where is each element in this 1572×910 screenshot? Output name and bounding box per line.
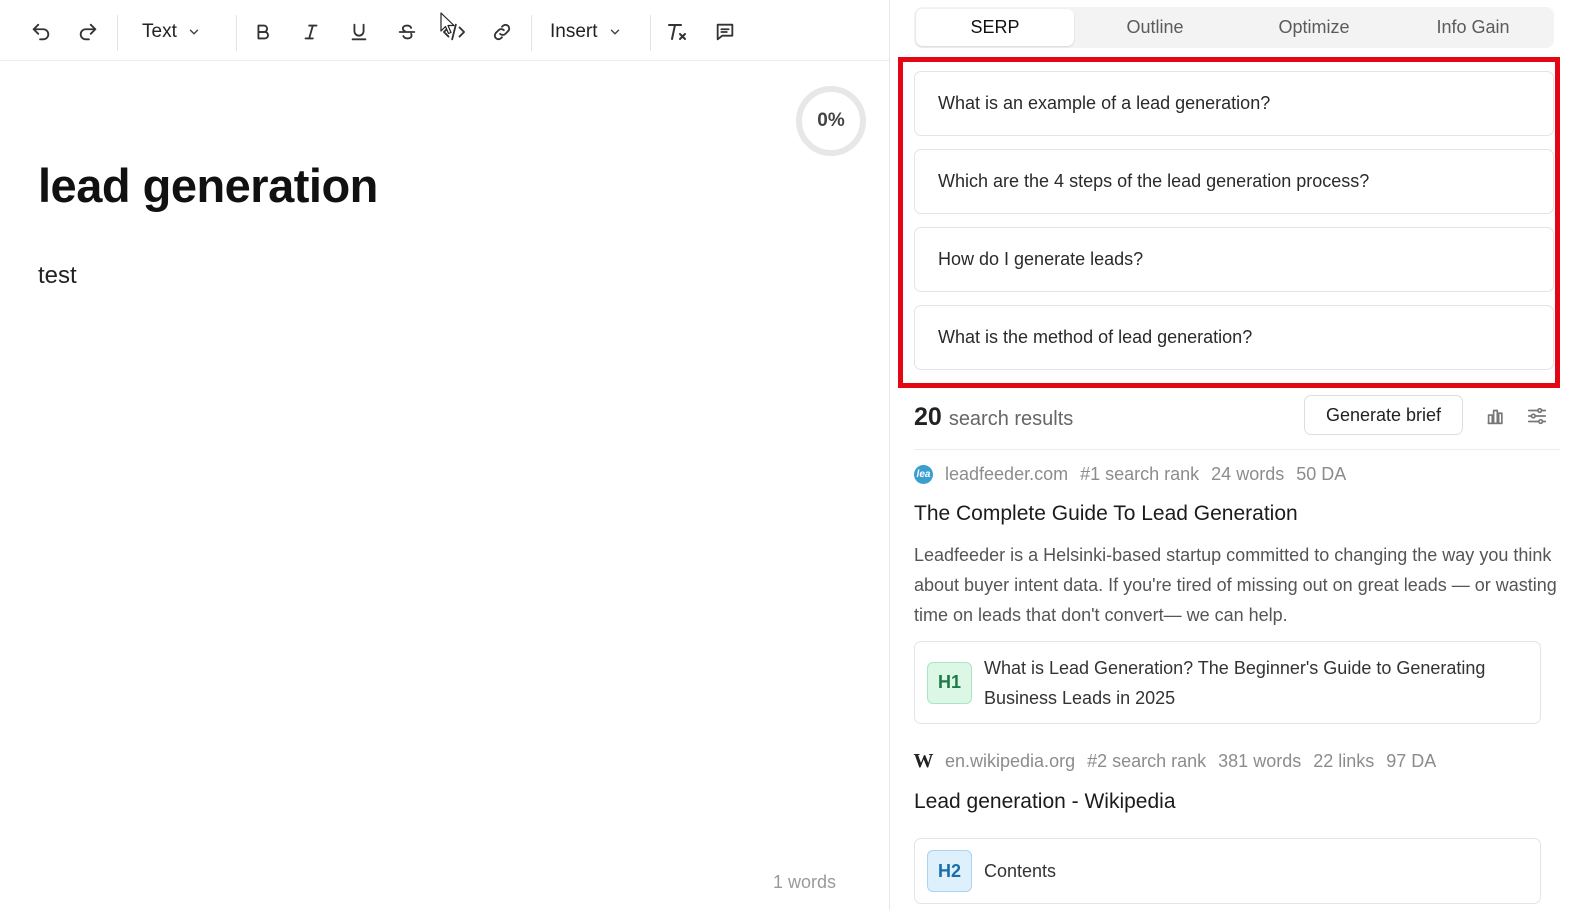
toolbar-divider — [236, 15, 237, 51]
heading-text: What is Lead Generation? The Beginner's … — [984, 657, 1486, 708]
generate-brief-button[interactable]: Generate brief — [1304, 395, 1463, 435]
result-links: 22 links — [1313, 751, 1375, 771]
bar-chart-icon[interactable] — [1481, 402, 1509, 430]
bold-icon[interactable] — [245, 14, 281, 50]
insert-dropdown[interactable]: Insert — [550, 14, 622, 50]
tab-serp[interactable]: SERP — [916, 9, 1074, 46]
insert-label: Insert — [550, 21, 598, 42]
results-count-number: 20 — [914, 403, 942, 431]
tab-info-gain[interactable]: Info Gain — [1394, 9, 1552, 46]
results-count: 20 search results — [914, 403, 1073, 432]
progress-ring: 0% — [795, 85, 867, 157]
result-da: 97 DA — [1386, 751, 1437, 771]
link-icon[interactable] — [484, 14, 520, 50]
question-item[interactable]: Which are the 4 steps of the lead genera… — [914, 149, 1554, 214]
result-title[interactable]: The Complete Guide To Lead Generation — [914, 502, 1298, 526]
progress-label: 0% — [817, 110, 845, 131]
question-item[interactable]: How do I generate leads? — [914, 227, 1554, 292]
result-words: 24 words — [1211, 464, 1285, 484]
question-item[interactable]: What is the method of lead generation? — [914, 305, 1554, 370]
result-words: 381 words — [1218, 751, 1302, 771]
text-style-label: Text — [142, 21, 177, 42]
editor-pane: Text Insert 0% lead generation test 1 wo… — [0, 0, 890, 910]
document-title[interactable]: lead generation — [38, 158, 378, 213]
toolbar-divider — [531, 15, 532, 51]
leadfeeder-favicon-icon: lea — [914, 465, 933, 484]
result-rank: #1 search rank — [1080, 464, 1200, 484]
result-title[interactable]: Lead generation - Wikipedia — [914, 790, 1176, 814]
strikethrough-icon[interactable] — [389, 14, 425, 50]
underline-icon[interactable] — [341, 14, 377, 50]
result-da: 50 DA — [1296, 464, 1347, 484]
toolbar-divider — [117, 15, 118, 51]
toolbar-divider — [650, 15, 651, 51]
mouse-cursor-icon — [440, 12, 455, 35]
result-meta: W en.wikipedia.org #2 search rank 381 wo… — [913, 750, 1437, 772]
heading-level-badge: H1 — [927, 661, 972, 704]
result-heading-card[interactable]: H2 Contents — [914, 838, 1541, 904]
result-meta: lea leadfeeder.com #1 search rank 24 wor… — [914, 464, 1346, 485]
document-body[interactable]: test — [38, 262, 77, 290]
tab-outline[interactable]: Outline — [1076, 9, 1234, 46]
text-style-dropdown[interactable]: Text — [142, 14, 201, 50]
result-domain[interactable]: en.wikipedia.org — [945, 751, 1075, 772]
word-count: 1 words — [773, 872, 837, 892]
comment-icon[interactable] — [707, 14, 743, 50]
result-heading-card[interactable]: H1 What is Lead Generation? The Beginner… — [914, 641, 1541, 724]
filter-sliders-icon[interactable] — [1523, 402, 1551, 430]
result-description: Leadfeeder is a Helsinki-based startup c… — [914, 545, 1557, 625]
redo-icon[interactable] — [70, 14, 106, 50]
results-count-label: search results — [948, 408, 1074, 430]
tab-optimize[interactable]: Optimize — [1235, 9, 1393, 46]
undo-icon[interactable] — [23, 14, 59, 50]
chevron-down-icon — [189, 29, 199, 35]
results-divider — [914, 449, 1560, 450]
result-domain[interactable]: leadfeeder.com — [945, 464, 1068, 485]
wikipedia-favicon-icon: W — [913, 750, 934, 772]
chevron-down-icon — [610, 29, 619, 35]
result-rank: #2 search rank — [1087, 751, 1207, 771]
panel-tabs: SERP Outline Optimize Info Gain — [914, 7, 1554, 48]
heading-text: Contents — [984, 861, 1057, 881]
question-item[interactable]: What is an example of a lead generation? — [914, 71, 1554, 136]
heading-level-badge: H2 — [927, 850, 972, 892]
clear-format-icon[interactable] — [659, 14, 695, 50]
italic-icon[interactable] — [293, 14, 329, 50]
